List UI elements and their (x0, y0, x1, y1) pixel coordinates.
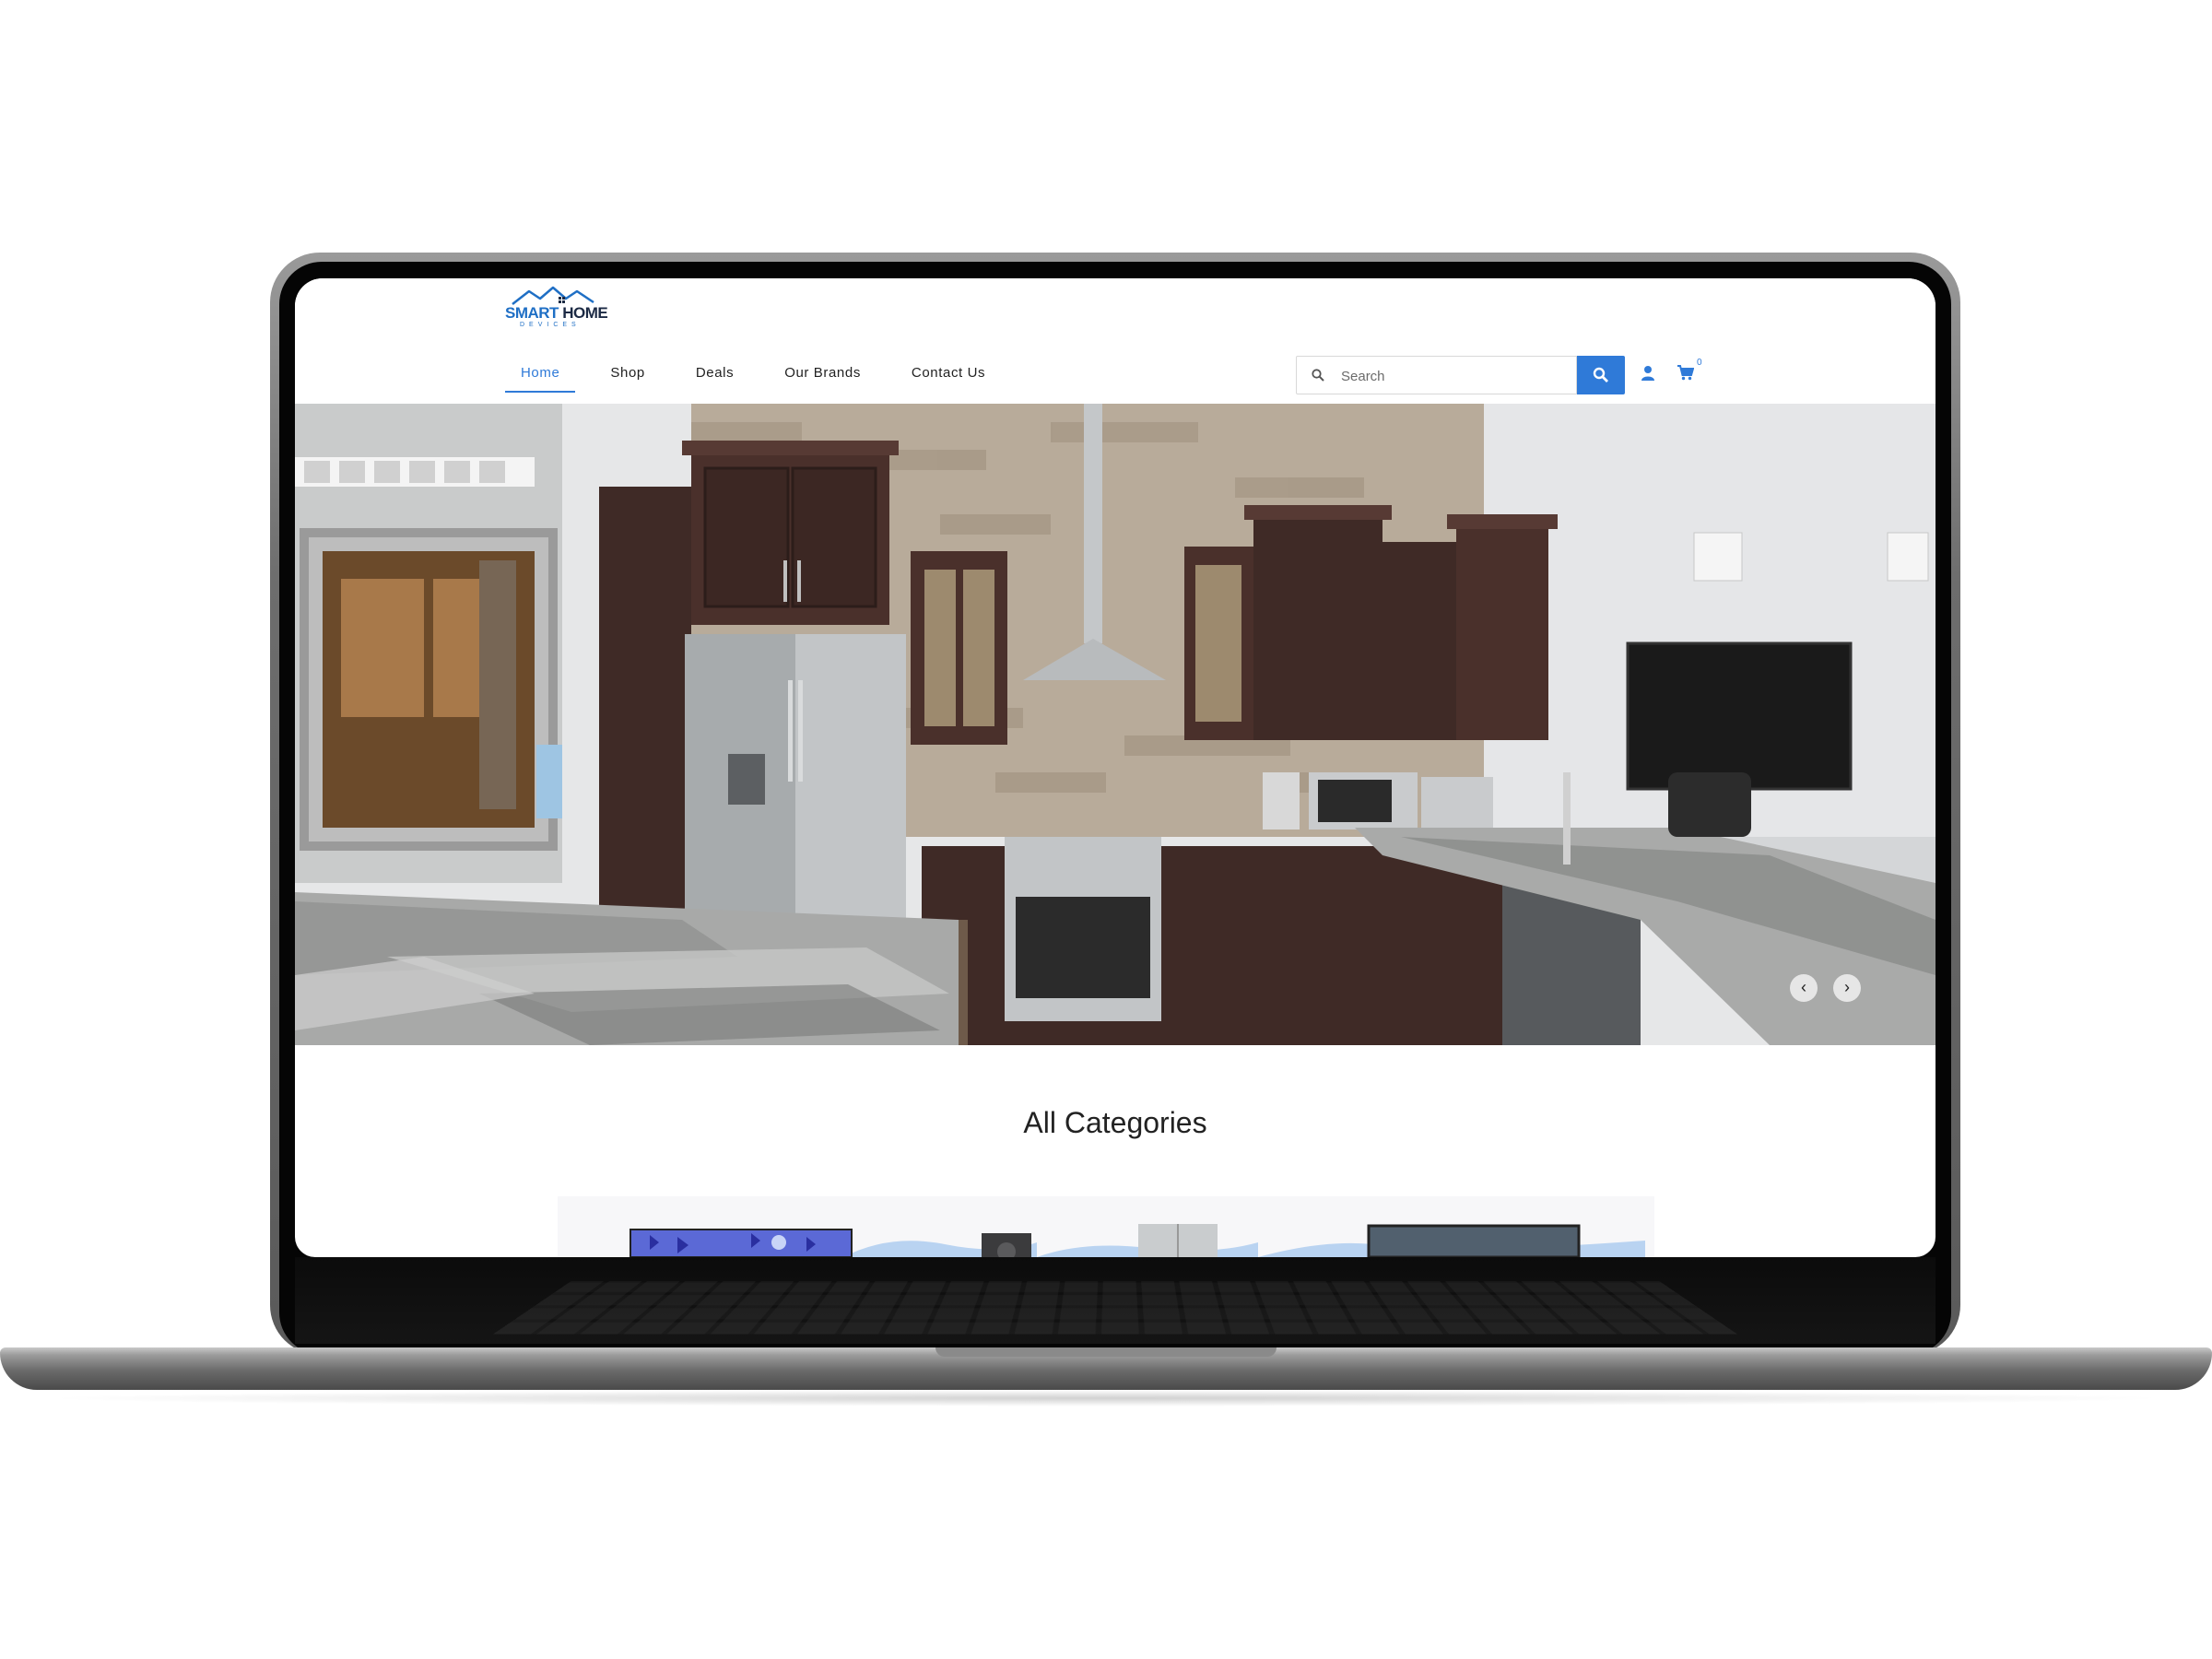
site-header: SMART HOME DEVICES (295, 278, 1936, 344)
nav-item-shop[interactable]: Shop (594, 343, 660, 404)
slider-prev-button[interactable]: ‹ (1790, 974, 1818, 1002)
hero-slider: ‹ › (295, 404, 1936, 1045)
category-carousel (558, 1196, 1654, 1257)
hero-kitchen-image (295, 404, 1936, 1045)
site-logo[interactable]: SMART HOME DEVICES (505, 284, 616, 335)
search-button[interactable] (1577, 356, 1625, 394)
cart-icon[interactable] (1677, 365, 1694, 381)
logo-word-smart: SMART (505, 304, 559, 322)
search-icon (1593, 367, 1608, 382)
logo-word-home: HOME (562, 304, 608, 322)
nav-item-home[interactable]: Home (505, 343, 576, 404)
nav-item-deals[interactable]: Deals (680, 343, 749, 404)
browser-screen: SMART HOME DEVICES Home Shop Deals Our B… (295, 278, 1936, 1257)
laptop-shadow (37, 1390, 2175, 1406)
search-icon (1312, 369, 1324, 382)
keyboard-reflection (295, 1257, 1936, 1344)
logo-wordmark: SMART HOME (505, 304, 608, 323)
search-box (1296, 356, 1577, 394)
house-roof-icon (512, 286, 594, 305)
nav-item-contact-us[interactable]: Contact Us (896, 343, 1001, 404)
search-input[interactable] (1339, 364, 1564, 388)
category-tv-thumb (629, 1229, 853, 1257)
user-icon[interactable] (1641, 365, 1655, 381)
category-thumbnails (629, 1224, 1645, 1257)
laptop-notch (935, 1347, 1277, 1357)
slider-next-button[interactable]: › (1833, 974, 1861, 1002)
cart-count-badge: 0 (1697, 358, 1702, 368)
categories-title: All Categories (1023, 1106, 1207, 1139)
main-nav: Home Shop Deals Our Brands Contact Us (505, 343, 1020, 404)
logo-subtitle: DEVICES (520, 322, 581, 328)
nav-item-our-brands[interactable]: Our Brands (769, 343, 877, 404)
main-nav-bar: Home Shop Deals Our Brands Contact Us Se… (295, 343, 1936, 404)
